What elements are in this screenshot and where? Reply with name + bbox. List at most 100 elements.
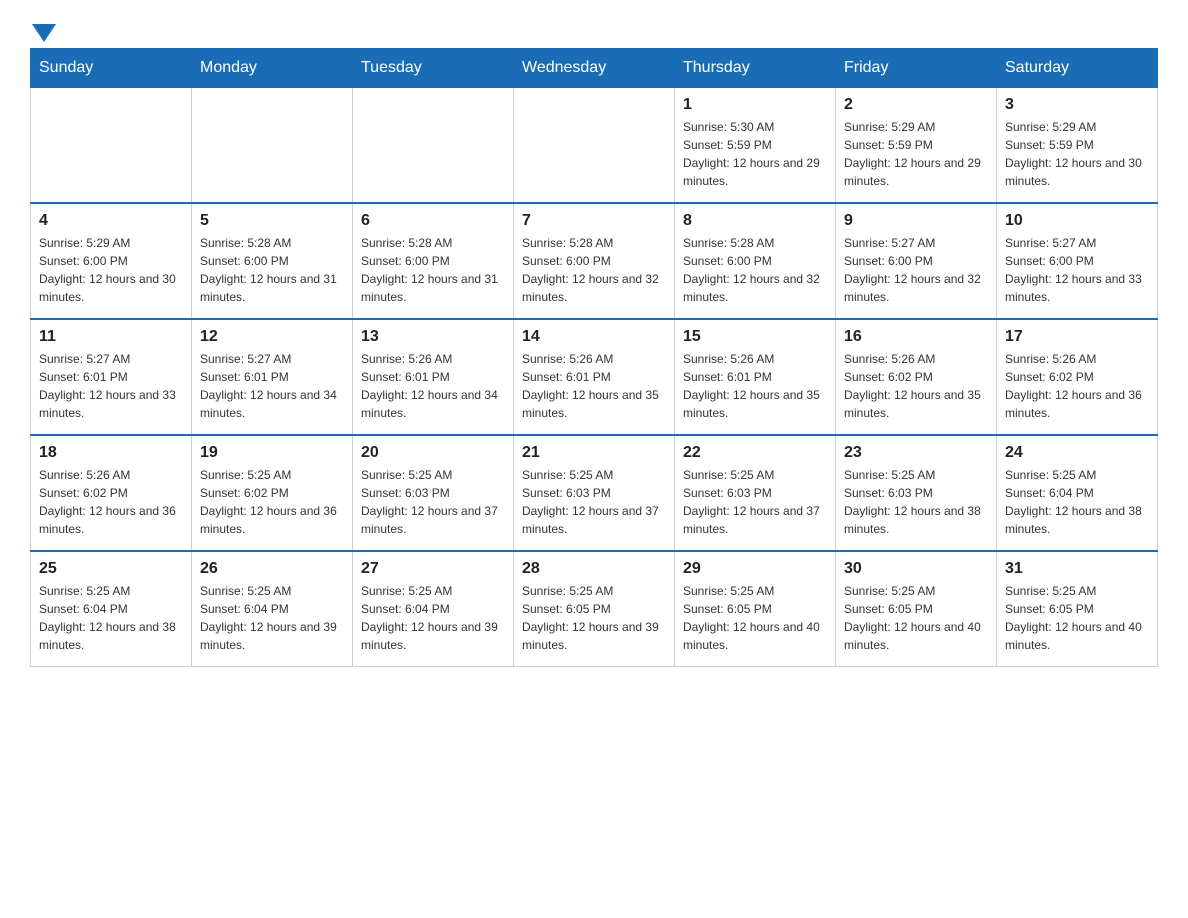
day-info: Sunrise: 5:25 AM Sunset: 6:03 PM Dayligh…: [522, 466, 666, 538]
calendar-cell: 5Sunrise: 5:28 AM Sunset: 6:00 PM Daylig…: [192, 203, 353, 319]
calendar-cell: 28 Sunrise: 5:25 AM Sunset: 6:05 PM Dayli…: [514, 551, 675, 667]
calendar-cell: 17 Sunrise: 5:26 AM Sunset: 6:02 PM Dayli…: [997, 319, 1158, 435]
day-info: Sunrise: 5:25 AM Sunset: 6:05 PM Dayligh…: [683, 582, 827, 654]
day-number: 29: [683, 560, 827, 578]
day-info: Sunrise: 5:29 AM Sunset: 6:00 PM Dayligh…: [39, 234, 183, 306]
day-info: Sunrise: 5:26 AM Sunset: 6:01 PM Dayligh…: [361, 350, 505, 422]
day-number: 23: [844, 444, 988, 462]
day-number: 16: [844, 328, 988, 346]
calendar-cell: 3 Sunrise: 5:29 AM Sunset: 5:59 PM Daylig…: [997, 88, 1158, 204]
calendar-cell: [192, 88, 353, 204]
calendar-cell: 31 Sunrise: 5:25 AM Sunset: 6:05 PM Dayli…: [997, 551, 1158, 667]
calendar-cell: 11 Sunrise: 5:27 AM Sunset: 6:01 PM Dayli…: [31, 319, 192, 435]
day-number: 17: [1005, 328, 1149, 346]
day-info: Sunrise: 5:25 AM Sunset: 6:04 PM Dayligh…: [1005, 466, 1149, 538]
day-info: Sunrise: 5:25 AM Sunset: 6:05 PM Dayligh…: [1005, 582, 1149, 654]
day-info: Sunrise: 5:27 AM Sunset: 6:01 PM Dayligh…: [200, 350, 344, 422]
day-number: 5: [200, 212, 344, 230]
calendar-cell: 23 Sunrise: 5:25 AM Sunset: 6:03 PM Dayli…: [836, 435, 997, 551]
day-info: Sunrise: 5:28 AM Sunset: 6:00 PM Dayligh…: [361, 234, 505, 306]
calendar-cell: 1Sunrise: 5:30 AM Sunset: 5:59 PM Daylig…: [675, 88, 836, 204]
calendar-cell: 10Sunrise: 5:27 AM Sunset: 6:00 PM Dayli…: [997, 203, 1158, 319]
day-number: 8: [683, 212, 827, 230]
col-header-friday: Friday: [836, 49, 997, 88]
calendar-week-row: 18 Sunrise: 5:26 AM Sunset: 6:02 PM Dayli…: [31, 435, 1158, 551]
day-info: Sunrise: 5:25 AM Sunset: 6:02 PM Dayligh…: [200, 466, 344, 538]
calendar-cell: [31, 88, 192, 204]
day-number: 6: [361, 212, 505, 230]
day-info: Sunrise: 5:30 AM Sunset: 5:59 PM Dayligh…: [683, 118, 827, 190]
col-header-saturday: Saturday: [997, 49, 1158, 88]
calendar-header-row: SundayMondayTuesdayWednesdayThursdayFrid…: [31, 49, 1158, 88]
day-info: Sunrise: 5:28 AM Sunset: 6:00 PM Dayligh…: [522, 234, 666, 306]
calendar-week-row: 1Sunrise: 5:30 AM Sunset: 5:59 PM Daylig…: [31, 88, 1158, 204]
day-info: Sunrise: 5:26 AM Sunset: 6:02 PM Dayligh…: [844, 350, 988, 422]
calendar-cell: 22Sunrise: 5:25 AM Sunset: 6:03 PM Dayli…: [675, 435, 836, 551]
day-number: 27: [361, 560, 505, 578]
day-number: 3: [1005, 96, 1149, 114]
day-number: 22: [683, 444, 827, 462]
day-number: 25: [39, 560, 183, 578]
calendar-cell: 29 Sunrise: 5:25 AM Sunset: 6:05 PM Dayli…: [675, 551, 836, 667]
day-number: 2: [844, 96, 988, 114]
day-info: Sunrise: 5:25 AM Sunset: 6:03 PM Dayligh…: [361, 466, 505, 538]
calendar-cell: 8 Sunrise: 5:28 AM Sunset: 6:00 PM Daylig…: [675, 203, 836, 319]
day-info: Sunrise: 5:29 AM Sunset: 5:59 PM Dayligh…: [844, 118, 988, 190]
calendar-cell: 6 Sunrise: 5:28 AM Sunset: 6:00 PM Daylig…: [353, 203, 514, 319]
day-info: Sunrise: 5:25 AM Sunset: 6:04 PM Dayligh…: [361, 582, 505, 654]
day-info: Sunrise: 5:25 AM Sunset: 6:05 PM Dayligh…: [844, 582, 988, 654]
calendar-week-row: 25 Sunrise: 5:25 AM Sunset: 6:04 PM Dayli…: [31, 551, 1158, 667]
calendar-cell: 4 Sunrise: 5:29 AM Sunset: 6:00 PM Daylig…: [31, 203, 192, 319]
day-info: Sunrise: 5:25 AM Sunset: 6:03 PM Dayligh…: [844, 466, 988, 538]
calendar-cell: 15 Sunrise: 5:26 AM Sunset: 6:01 PM Dayli…: [675, 319, 836, 435]
day-info: Sunrise: 5:27 AM Sunset: 6:01 PM Dayligh…: [39, 350, 183, 422]
day-info: Sunrise: 5:27 AM Sunset: 6:00 PM Dayligh…: [844, 234, 988, 306]
day-info: Sunrise: 5:26 AM Sunset: 6:01 PM Dayligh…: [683, 350, 827, 422]
calendar-cell: [353, 88, 514, 204]
day-number: 21: [522, 444, 666, 462]
calendar-cell: 26Sunrise: 5:25 AM Sunset: 6:04 PM Dayli…: [192, 551, 353, 667]
calendar-cell: 24Sunrise: 5:25 AM Sunset: 6:04 PM Dayli…: [997, 435, 1158, 551]
day-info: Sunrise: 5:25 AM Sunset: 6:04 PM Dayligh…: [200, 582, 344, 654]
day-number: 28: [522, 560, 666, 578]
calendar-cell: 12 Sunrise: 5:27 AM Sunset: 6:01 PM Dayli…: [192, 319, 353, 435]
calendar-cell: 14 Sunrise: 5:26 AM Sunset: 6:01 PM Dayli…: [514, 319, 675, 435]
calendar-cell: 27 Sunrise: 5:25 AM Sunset: 6:04 PM Dayli…: [353, 551, 514, 667]
day-number: 15: [683, 328, 827, 346]
day-number: 19: [200, 444, 344, 462]
day-info: Sunrise: 5:25 AM Sunset: 6:05 PM Dayligh…: [522, 582, 666, 654]
day-info: Sunrise: 5:29 AM Sunset: 5:59 PM Dayligh…: [1005, 118, 1149, 190]
day-info: Sunrise: 5:25 AM Sunset: 6:04 PM Dayligh…: [39, 582, 183, 654]
calendar-cell: 18 Sunrise: 5:26 AM Sunset: 6:02 PM Dayli…: [31, 435, 192, 551]
day-info: Sunrise: 5:28 AM Sunset: 6:00 PM Dayligh…: [683, 234, 827, 306]
day-number: 12: [200, 328, 344, 346]
day-number: 4: [39, 212, 183, 230]
calendar-cell: 25 Sunrise: 5:25 AM Sunset: 6:04 PM Dayli…: [31, 551, 192, 667]
day-number: 11: [39, 328, 183, 346]
day-info: Sunrise: 5:27 AM Sunset: 6:00 PM Dayligh…: [1005, 234, 1149, 306]
col-header-sunday: Sunday: [31, 49, 192, 88]
day-info: Sunrise: 5:26 AM Sunset: 6:01 PM Dayligh…: [522, 350, 666, 422]
day-number: 18: [39, 444, 183, 462]
col-header-wednesday: Wednesday: [514, 49, 675, 88]
day-info: Sunrise: 5:26 AM Sunset: 6:02 PM Dayligh…: [1005, 350, 1149, 422]
calendar-cell: 9 Sunrise: 5:27 AM Sunset: 6:00 PM Daylig…: [836, 203, 997, 319]
day-number: 31: [1005, 560, 1149, 578]
day-info: Sunrise: 5:26 AM Sunset: 6:02 PM Dayligh…: [39, 466, 183, 538]
col-header-thursday: Thursday: [675, 49, 836, 88]
calendar-cell: 21 Sunrise: 5:25 AM Sunset: 6:03 PM Dayli…: [514, 435, 675, 551]
col-header-tuesday: Tuesday: [353, 49, 514, 88]
calendar-cell: 30 Sunrise: 5:25 AM Sunset: 6:05 PM Dayli…: [836, 551, 997, 667]
calendar-cell: [514, 88, 675, 204]
calendar-cell: 2 Sunrise: 5:29 AM Sunset: 5:59 PM Daylig…: [836, 88, 997, 204]
calendar-cell: 19 Sunrise: 5:25 AM Sunset: 6:02 PM Dayli…: [192, 435, 353, 551]
col-header-monday: Monday: [192, 49, 353, 88]
day-number: 30: [844, 560, 988, 578]
calendar-cell: 13Sunrise: 5:26 AM Sunset: 6:01 PM Dayli…: [353, 319, 514, 435]
logo: [30, 20, 56, 38]
day-number: 14: [522, 328, 666, 346]
day-number: 9: [844, 212, 988, 230]
logo-triangle-icon: [32, 24, 56, 42]
page-header: [30, 20, 1158, 38]
calendar-cell: 16 Sunrise: 5:26 AM Sunset: 6:02 PM Dayli…: [836, 319, 997, 435]
